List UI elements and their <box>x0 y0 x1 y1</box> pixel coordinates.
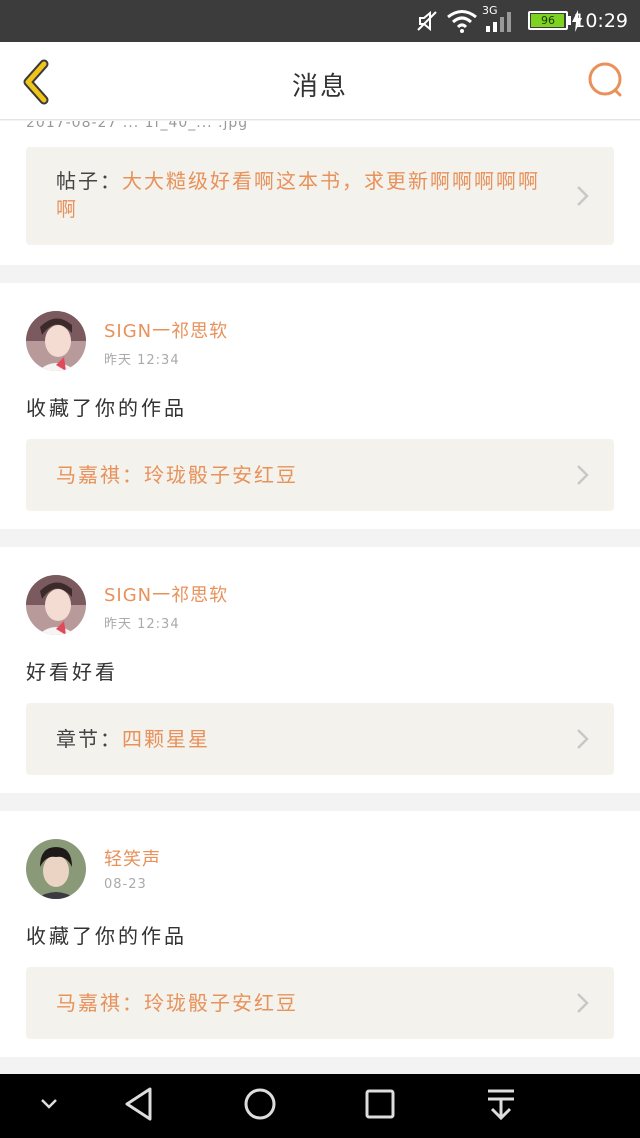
mute-icon <box>417 10 437 32</box>
chevron-down-icon[interactable] <box>38 1096 60 1112</box>
quote-text: 玲珑骰子安红豆 <box>144 991 298 1015</box>
message-time: 昨天 12:34 <box>104 617 180 632</box>
user-row: SIGN一祁思软 昨天 12:34 <box>26 283 614 383</box>
message-text: 收藏了你的作品 <box>26 924 187 948</box>
user-row: 轻笑声 08-23 <box>26 811 614 911</box>
divider <box>0 1057 640 1075</box>
quote-label: 马嘉祺： <box>56 463 144 487</box>
quote-label: 马嘉祺： <box>56 991 144 1015</box>
message-time: 08-23 <box>104 877 147 892</box>
quote-label: 帖子： <box>56 169 122 193</box>
divider <box>0 793 640 811</box>
divider <box>0 529 640 547</box>
avatar[interactable] <box>26 311 86 371</box>
chevron-right-icon <box>577 186 589 206</box>
chevron-right-icon <box>577 993 589 1013</box>
system-nav-bar <box>0 1074 640 1138</box>
battery-icon: 96 <box>528 11 568 30</box>
user-row: SIGN一祁思软 昨天 12:34 <box>26 547 614 647</box>
chevron-right-icon <box>577 465 589 485</box>
message-text: 好看好看 <box>26 660 118 684</box>
user-name[interactable]: SIGN一祁思软 <box>104 317 228 343</box>
divider <box>0 265 640 283</box>
home-circle-icon[interactable] <box>242 1086 278 1122</box>
battery-level: 96 <box>541 14 555 27</box>
chevron-right-icon <box>577 729 589 749</box>
avatar[interactable] <box>26 839 86 899</box>
user-name[interactable]: 轻笑声 <box>104 845 161 871</box>
quoted-work[interactable]: 马嘉祺：玲珑骰子安红豆 <box>26 967 614 1039</box>
quoted-work[interactable]: 马嘉祺：玲珑骰子安红豆 <box>26 439 614 511</box>
message-card: SIGN一祁思软 昨天 12:34 好看好看 章节：四颗星星 <box>0 547 640 793</box>
avatar[interactable] <box>26 575 86 635</box>
signal-icon <box>486 12 511 32</box>
message-list: 2017-08-27 ... 1f_40_... .jpg 帖子：大大糙级好看啊… <box>0 121 640 1075</box>
message-time: 昨天 12:34 <box>104 353 180 368</box>
battery-tip <box>568 16 571 25</box>
quote-text: 四颗星星 <box>122 727 210 751</box>
quote-text: 大大糙级好看啊这本书，求更新啊啊啊啊啊啊 <box>56 169 540 221</box>
quoted-post[interactable]: 帖子：大大糙级好看啊这本书，求更新啊啊啊啊啊啊 <box>26 147 614 245</box>
status-bar: 3G 96 10:29 <box>0 0 640 42</box>
message-text: 收藏了你的作品 <box>26 396 187 420</box>
user-name[interactable]: SIGN一祁思软 <box>104 581 228 607</box>
notification-pull-icon[interactable] <box>484 1086 518 1122</box>
app-header: 消息 <box>0 42 640 120</box>
page-title: 消息 <box>291 72 348 102</box>
message-card: SIGN一祁思软 昨天 12:34 收藏了你的作品 马嘉祺：玲珑骰子安红豆 <box>0 283 640 529</box>
recents-square-icon[interactable] <box>364 1088 396 1120</box>
quote-label: 章节： <box>56 727 122 751</box>
search-icon[interactable] <box>586 60 626 100</box>
quoted-chapter[interactable]: 章节：四颗星星 <box>26 703 614 775</box>
cut-off-text: 2017-08-27 ... 1f_40_... .jpg <box>26 121 249 131</box>
quote-text: 玲珑骰子安红豆 <box>144 463 298 487</box>
message-card: 2017-08-27 ... 1f_40_... .jpg 帖子：大大糙级好看啊… <box>0 121 640 265</box>
back-triangle-icon[interactable] <box>122 1086 156 1122</box>
clock-time: 10:29 <box>573 10 628 32</box>
message-card: 轻笑声 08-23 收藏了你的作品 马嘉祺：玲珑骰子安红豆 <box>0 811 640 1057</box>
wifi-icon <box>447 10 477 33</box>
